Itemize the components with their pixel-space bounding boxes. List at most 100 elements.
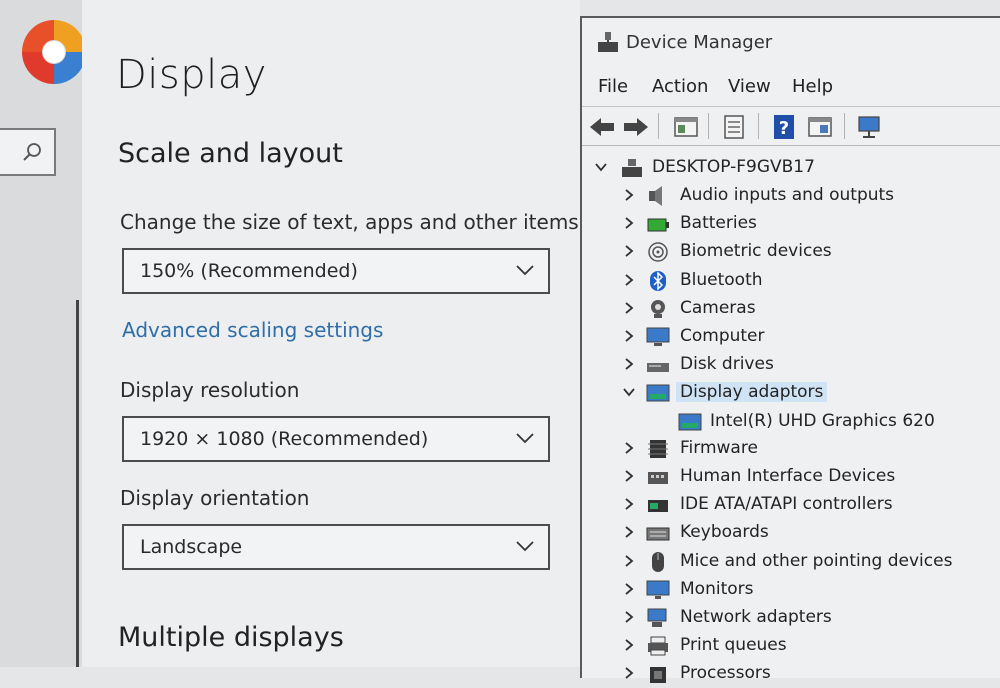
search-input[interactable] <box>0 128 56 176</box>
printer-icon <box>648 636 668 656</box>
chevron-right-icon[interactable] <box>622 610 636 624</box>
chevron-right-icon[interactable] <box>622 582 636 596</box>
disk-drive-icon <box>647 363 669 373</box>
toolbar-separator <box>708 113 709 139</box>
tree-device-label: Intel(R) UHD Graphics 620 <box>710 410 935 431</box>
tree-category-label: Monitors <box>680 578 754 599</box>
tree-category[interactable]: Print queues <box>622 634 1000 660</box>
chevron-right-icon[interactable] <box>622 554 636 568</box>
network-icon <box>647 608 667 627</box>
orientation-label: Display orientation <box>120 486 310 510</box>
chevron-right-icon[interactable] <box>622 469 636 483</box>
list-icon[interactable] <box>720 113 748 141</box>
chevron-right-icon[interactable] <box>622 216 636 230</box>
tree-category[interactable]: Batteries <box>622 212 1000 238</box>
display-settings-panel: Display Scale and layout Change the size… <box>82 0 580 667</box>
resolution-label: Display resolution <box>120 378 300 402</box>
fingerprint-icon <box>648 242 668 263</box>
display-adapter-icon <box>678 413 702 431</box>
chevron-right-icon[interactable] <box>622 497 636 511</box>
tree-category-label: Processors <box>680 663 771 684</box>
tree-category-label: Bluetooth <box>680 269 763 290</box>
chevron-down-icon[interactable] <box>594 160 608 174</box>
computer-tree-icon <box>622 159 642 177</box>
tree-category-label: Audio inputs and outputs <box>680 185 895 205</box>
tree-category[interactable]: Monitors <box>622 578 1000 604</box>
toolbar: ? <box>582 106 1000 146</box>
chevron-down-icon <box>516 541 534 552</box>
chevron-right-icon[interactable] <box>622 301 636 315</box>
tree-category-label: Firmware <box>680 437 758 458</box>
menu-file[interactable]: File <box>598 76 628 97</box>
page-title: Display <box>116 52 267 98</box>
back-arrow-icon[interactable] <box>588 113 616 141</box>
tree-category-label: Network adapters <box>680 607 832 627</box>
chevron-right-icon[interactable] <box>622 273 636 287</box>
properties-icon[interactable] <box>672 113 700 141</box>
resolution-dropdown[interactable]: 1920 × 1080 (Recommended) <box>122 416 550 462</box>
help-icon[interactable]: ? <box>770 113 798 141</box>
chevron-right-icon[interactable] <box>622 357 636 371</box>
speaker-icon <box>649 186 662 206</box>
tree-category[interactable]: Biometric devices <box>622 240 1000 266</box>
tree-category[interactable]: Audio inputs and outputs <box>622 184 1000 210</box>
scale-section-title: Scale and layout <box>118 138 343 169</box>
chevron-right-icon[interactable] <box>622 441 636 455</box>
title-bar[interactable]: Device Manager <box>582 18 1000 70</box>
tree-category[interactable]: Bluetooth <box>622 269 1000 295</box>
tree-root-label: DESKTOP-F9GVB17 <box>652 157 815 177</box>
tree-category[interactable]: Firmware <box>622 437 1000 463</box>
chevron-right-icon[interactable] <box>622 188 636 202</box>
device-manager-icon <box>598 32 618 52</box>
scale-dropdown[interactable]: 150% (Recommended) <box>122 248 550 294</box>
chevron-down-icon[interactable] <box>622 385 636 399</box>
resolution-value: 1920 × 1080 (Recommended) <box>140 428 429 450</box>
tree-category-label: Human Interface Devices <box>680 466 896 486</box>
tree-category-label: Mice and other pointing devices <box>680 550 953 571</box>
tree-category[interactable]: Disk drives <box>622 353 1000 379</box>
menu-help[interactable]: Help <box>792 76 833 97</box>
hid-icon <box>648 472 668 484</box>
scale-label: Change the size of text, apps and other … <box>120 210 579 234</box>
app-logo-icon <box>22 20 86 84</box>
tree-category-label: Disk drives <box>680 354 774 375</box>
tree-root[interactable]: DESKTOP-F9GVB17 <box>594 156 954 182</box>
mouse-icon <box>652 551 664 572</box>
forward-arrow-icon[interactable] <box>622 113 650 141</box>
tree-device[interactable]: Intel(R) UHD Graphics 620 <box>678 410 998 436</box>
tree-category[interactable]: Keyboards <box>622 521 1000 547</box>
tree-category-label: IDE ATA/ATAPI controllers <box>680 494 893 515</box>
controller-icon <box>648 500 668 513</box>
chevron-right-icon[interactable] <box>622 525 636 539</box>
tree-category[interactable]: Network adapters <box>622 606 1000 632</box>
menu-action[interactable]: Action <box>652 76 708 97</box>
device-manager-window: Device Manager File Action View Help ? D… <box>580 16 1000 684</box>
keyboard-icon <box>646 527 670 541</box>
toolbar-separator <box>658 113 659 139</box>
tree-category[interactable]: IDE ATA/ATAPI controllers <box>622 493 1000 519</box>
chevron-right-icon[interactable] <box>622 244 636 258</box>
toolbar-separator <box>844 113 845 139</box>
tree-category-label: Computer <box>680 326 765 346</box>
display-adapter-icon <box>646 384 670 402</box>
tree-category[interactable]: Human Interface Devices <box>622 465 1000 491</box>
tree-category[interactable]: Mice and other pointing devices <box>622 550 1000 576</box>
tree-category[interactable]: Processors <box>622 662 1000 688</box>
svg-text:?: ? <box>779 118 789 139</box>
tree-category[interactable]: Display adaptors <box>622 381 1000 407</box>
orientation-value: Landscape <box>140 536 243 558</box>
menu-view[interactable]: View <box>728 76 771 97</box>
chevron-right-icon[interactable] <box>622 638 636 652</box>
chevron-right-icon[interactable] <box>622 329 636 343</box>
orientation-dropdown[interactable]: Landscape <box>122 524 550 570</box>
monitor-icon[interactable] <box>856 113 884 141</box>
tree-category-label: Biometric devices <box>680 241 832 262</box>
tree-category-label: Cameras <box>680 297 756 318</box>
advanced-scaling-link[interactable]: Advanced scaling settings <box>122 318 383 342</box>
battery-icon <box>647 218 669 232</box>
tree-category[interactable]: Cameras <box>622 297 1000 323</box>
monitor-icon <box>646 580 670 599</box>
update-driver-icon[interactable] <box>806 113 834 141</box>
chevron-right-icon[interactable] <box>622 666 636 680</box>
tree-category[interactable]: Computer <box>622 325 1000 351</box>
